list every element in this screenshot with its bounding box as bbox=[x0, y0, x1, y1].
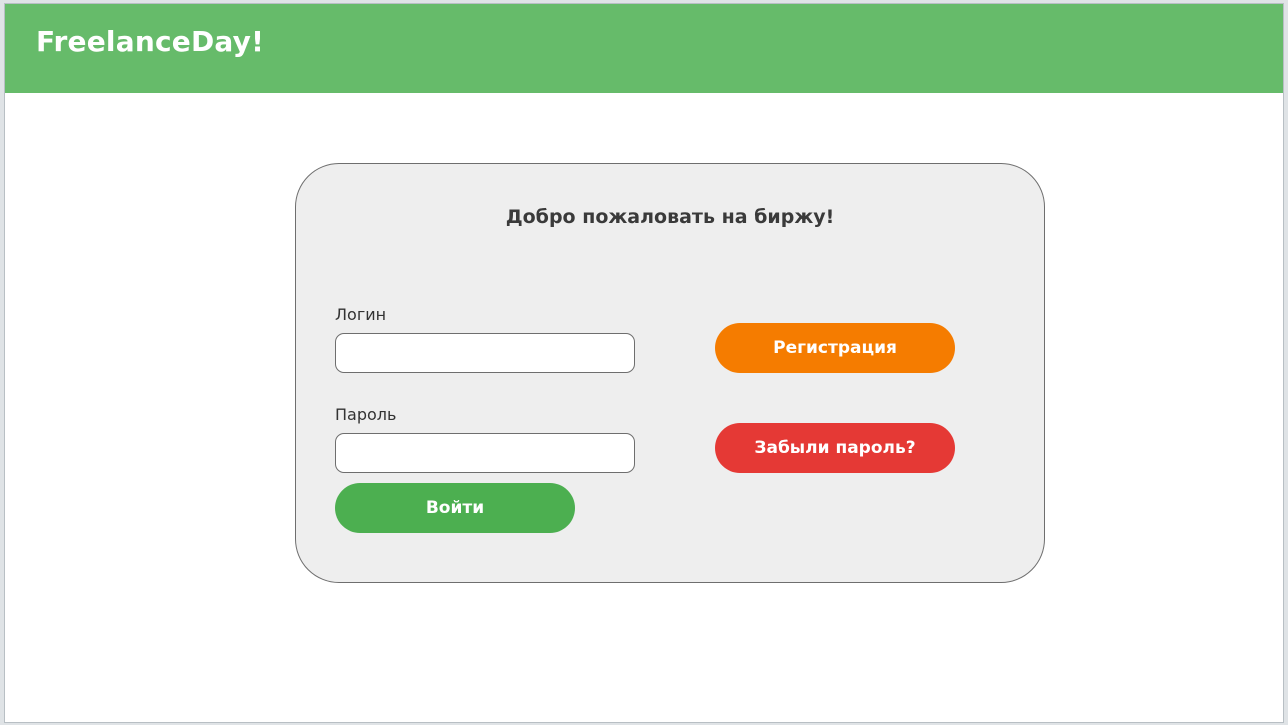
forgot-password-button[interactable]: Забыли пароль? bbox=[715, 423, 955, 473]
browser-viewport: FreelanceDay! Добро пожаловать на биржу!… bbox=[4, 3, 1284, 723]
password-input[interactable] bbox=[335, 433, 635, 473]
site-logo[interactable]: FreelanceDay! bbox=[36, 25, 264, 59]
password-label: Пароль bbox=[335, 405, 397, 424]
register-button[interactable]: Регистрация bbox=[715, 323, 955, 373]
login-input[interactable] bbox=[335, 333, 635, 373]
welcome-title: Добро пожаловать на биржу! bbox=[505, 206, 835, 228]
login-card: Добро пожаловать на биржу! Логин Пароль … bbox=[295, 163, 1045, 583]
site-header: FreelanceDay! bbox=[5, 4, 1283, 93]
login-label: Логин bbox=[335, 305, 387, 324]
login-button[interactable]: Войти bbox=[335, 483, 575, 533]
